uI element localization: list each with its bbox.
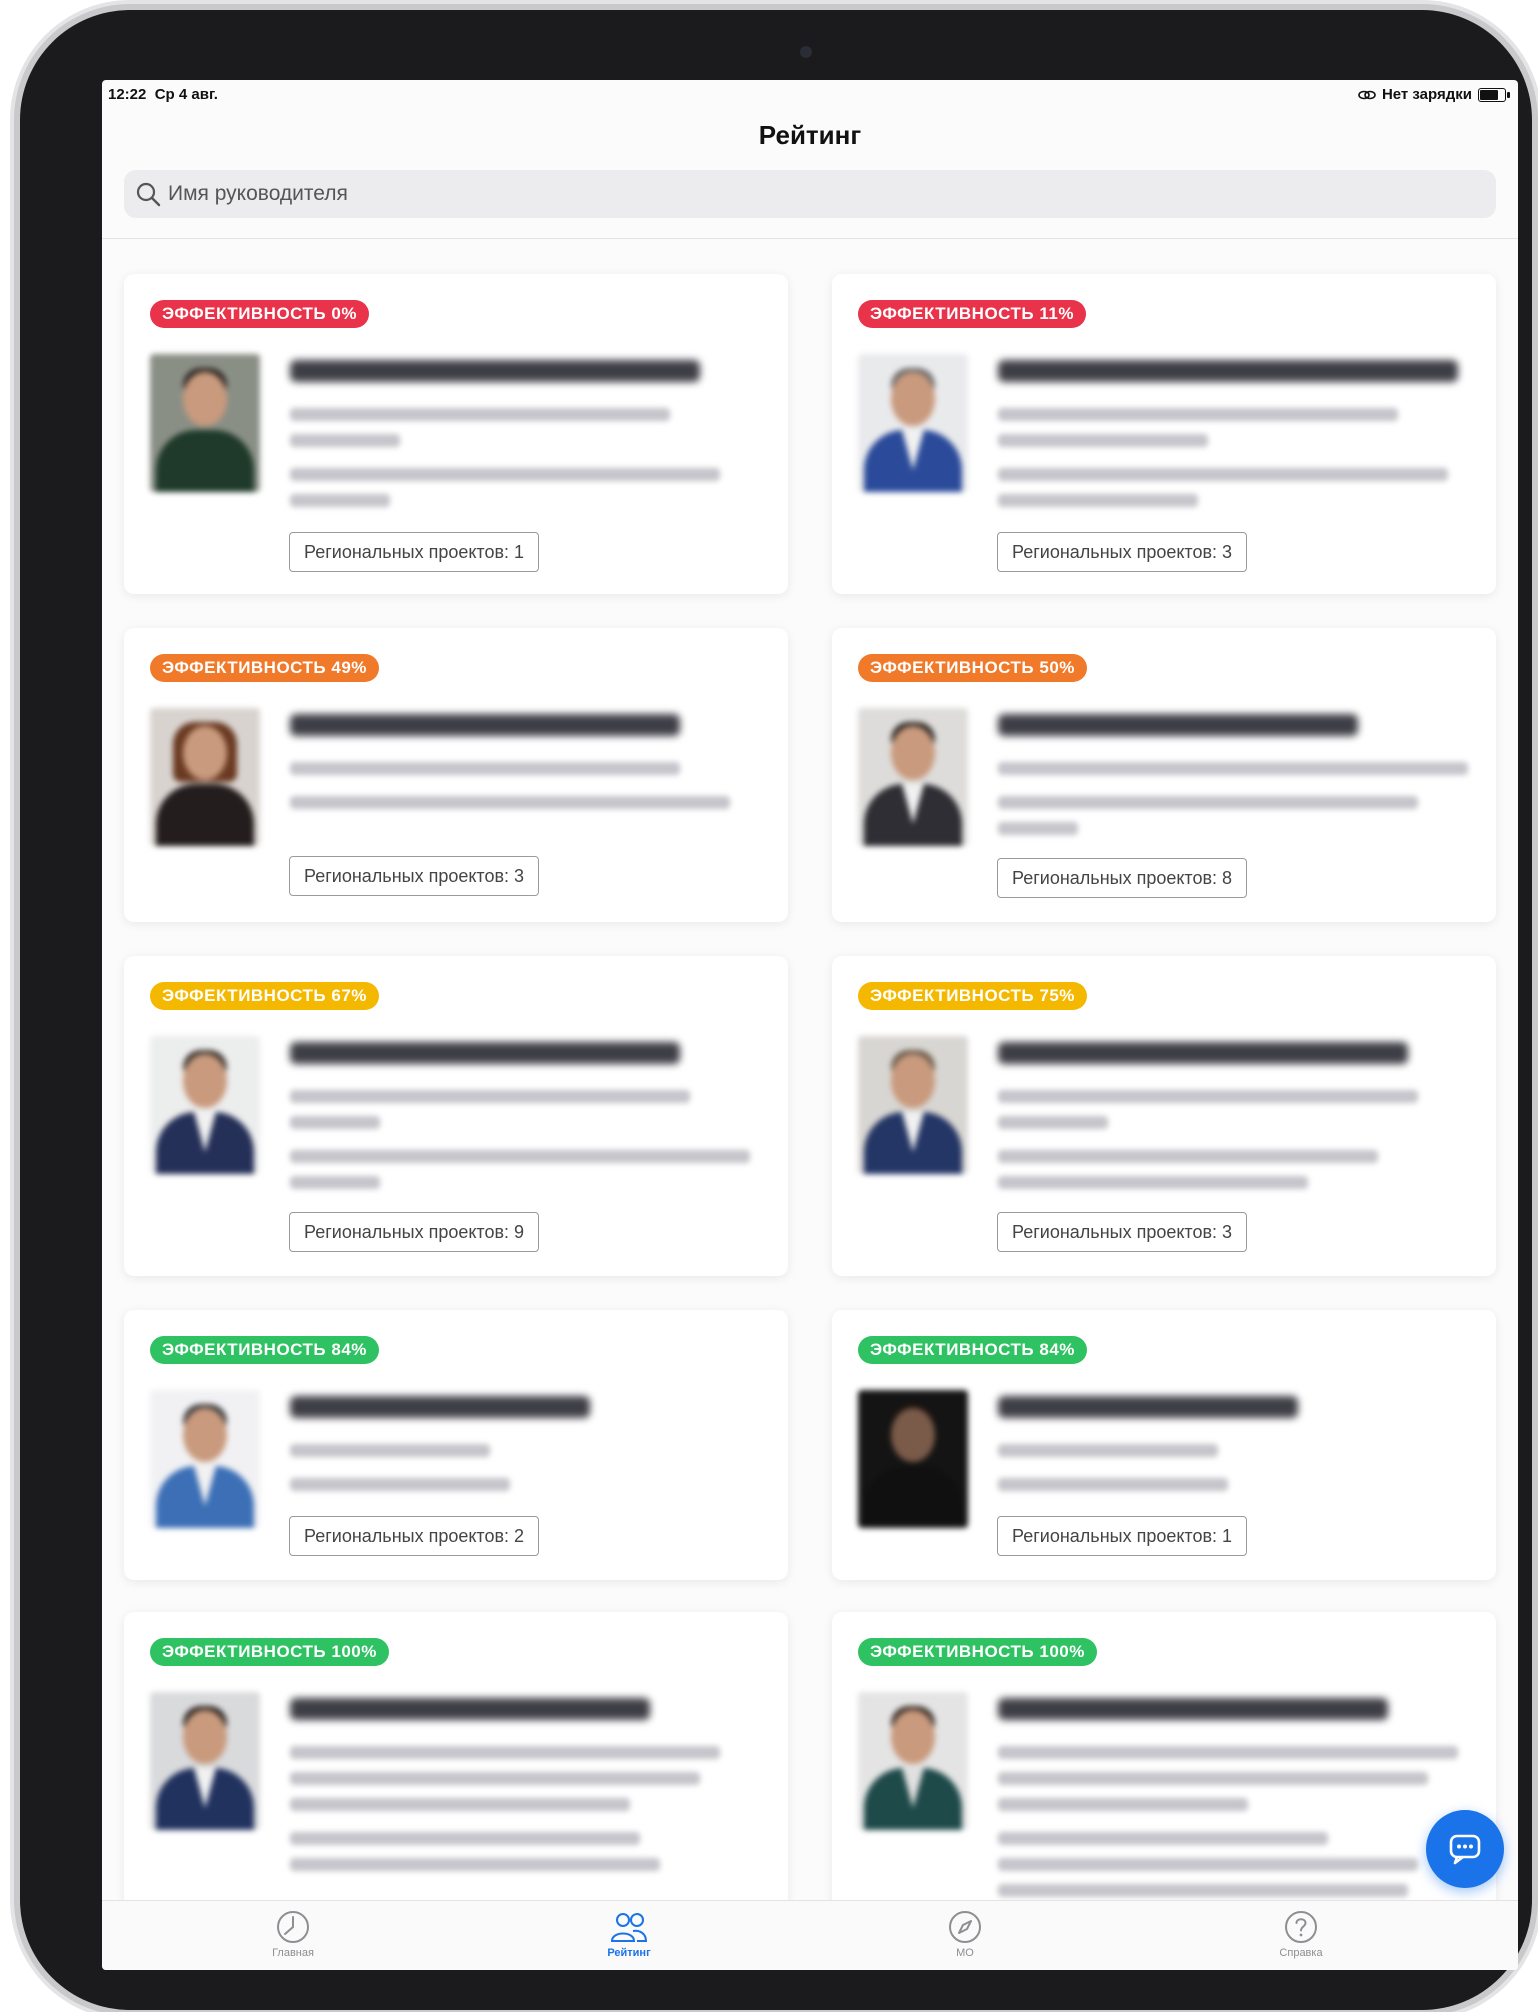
efficiency-badge: ЭФФЕКТИВНОСТЬ 75% [858,982,1087,1010]
leader-photo [858,708,968,846]
link-icon [1358,90,1376,99]
tab-home[interactable]: Главная [233,1909,353,1959]
tab-label: Справка [1279,1947,1323,1959]
leader-organization [998,468,1448,481]
leader-card[interactable]: ЭФФЕКТИВНОСТЬ 50% Региональных проектов:… [832,628,1496,922]
users-icon [610,1913,648,1942]
leader-organization [290,468,720,481]
leader-name [290,714,680,736]
battery-icon [1478,87,1510,102]
header-divider [102,238,1518,239]
status-date: Ср 4 авг. [154,86,218,103]
leader-card[interactable]: ЭФФЕКТИВНОСТЬ 84% Региональных проектов:… [832,1310,1496,1580]
leader-name [290,1396,590,1418]
leader-card[interactable]: ЭФФЕКТИВНОСТЬ 84% Региональных проектов:… [124,1310,788,1580]
efficiency-badge: ЭФФЕКТИВНОСТЬ 84% [858,1336,1087,1364]
efficiency-badge: ЭФФЕКТИВНОСТЬ 49% [150,654,379,682]
leader-card[interactable]: ЭФФЕКТИВНОСТЬ 49% Региональных проектов:… [124,628,788,922]
leader-organization [998,1150,1378,1163]
leader-organization [998,796,1418,809]
tab-mo[interactable]: МО [905,1909,1025,1959]
camera [800,46,812,58]
search-input[interactable] [166,181,1370,207]
app-screen: 12:22 Ср 4 авг. Нет зарядки Рейтинг ЭФФЕ… [102,80,1518,1970]
leader-position [998,762,1468,775]
regional-projects-button[interactable]: Региональных проектов: 2 [289,1516,540,1556]
leader-position [290,408,670,421]
leader-position [998,1444,1218,1457]
leader-position [290,1746,720,1759]
leader-position [998,1746,1458,1759]
page-title: Рейтинг [758,120,862,150]
charging-status: Нет зарядки [1381,86,1472,103]
leader-photo [150,1390,260,1528]
leader-photo [150,708,260,846]
leader-name [998,1042,1408,1064]
efficiency-badge: ЭФФЕКТИВНОСТЬ 100% [858,1638,1097,1666]
leader-position [290,1444,490,1457]
leader-organization [290,1150,750,1163]
leader-photo [858,1390,968,1528]
leader-organization [290,1832,640,1845]
leader-name [290,1698,650,1720]
leader-photo [858,354,968,492]
search-bar[interactable] [124,170,1496,218]
leader-name [998,1396,1298,1418]
leader-name [998,714,1358,736]
leader-photo [150,1036,260,1174]
leader-name [998,360,1458,382]
regional-projects-button[interactable]: Региональных проектов: 1 [289,532,540,572]
regional-projects-button[interactable]: Региональных проектов: 3 [289,856,540,896]
leader-card[interactable]: ЭФФЕКТИВНОСТЬ 67% Региональных проектов:… [124,956,788,1276]
tablet-frame: 12:22 Ср 4 авг. Нет зарядки Рейтинг ЭФФЕ… [20,10,1532,2010]
leader-position [998,408,1398,421]
tab-bar: Главная Рейтинг МО Справка [102,1900,1518,1970]
efficiency-badge: ЭФФЕКТИВНОСТЬ 100% [150,1638,389,1666]
leader-card[interactable]: ЭФФЕКТИВНОСТЬ 0% Региональных проектов: … [124,274,788,594]
help-icon [1285,1911,1317,1943]
compass-icon [949,1911,981,1943]
regional-projects-button[interactable]: Региональных проектов: 8 [997,858,1248,898]
leader-name [998,1698,1388,1720]
leader-photo [150,1692,260,1830]
status-time: 12:22 [108,86,147,103]
leader-card[interactable]: ЭФФЕКТИВНОСТЬ 75% Региональных проектов:… [832,956,1496,1276]
efficiency-badge: ЭФФЕКТИВНОСТЬ 11% [858,300,1086,328]
chat-icon [1449,1834,1481,1865]
status-bar: 12:22 Ср 4 авг. Нет зарядки [102,80,1518,108]
efficiency-badge: ЭФФЕКТИВНОСТЬ 67% [150,982,379,1010]
efficiency-badge: ЭФФЕКТИВНОСТЬ 84% [150,1336,379,1364]
leader-card[interactable]: ЭФФЕКТИВНОСТЬ 11% Региональных проектов:… [832,274,1496,594]
leader-position [998,1090,1418,1103]
regional-projects-button[interactable]: Региональных проектов: 1 [997,1516,1248,1556]
regional-projects-button[interactable]: Региональных проектов: 3 [997,532,1248,572]
regional-projects-button[interactable]: Региональных проектов: 3 [997,1212,1248,1252]
chat-button[interactable] [1426,1810,1504,1888]
efficiency-badge: ЭФФЕКТИВНОСТЬ 0% [150,300,369,328]
regional-projects-button[interactable]: Региональных проектов: 9 [289,1212,540,1252]
leader-name [290,360,700,382]
tab-help[interactable]: Справка [1241,1909,1361,1959]
clock-icon [277,1911,309,1943]
leader-organization [290,796,730,809]
tab-rating[interactable]: Рейтинг [569,1909,689,1959]
tab-label: Главная [272,1947,314,1959]
leader-photo [150,354,260,492]
tab-label: Рейтинг [607,1947,651,1959]
efficiency-badge: ЭФФЕКТИВНОСТЬ 50% [858,654,1087,682]
leader-photo [858,1036,968,1174]
leader-position [290,762,680,775]
leader-name [290,1042,680,1064]
leader-organization [290,1478,510,1491]
leader-organization [998,1478,1228,1491]
leader-photo [858,1692,968,1830]
tab-label: МО [956,1947,974,1959]
search-icon [136,182,161,207]
leader-organization [998,1832,1328,1845]
leader-position [290,1090,690,1103]
